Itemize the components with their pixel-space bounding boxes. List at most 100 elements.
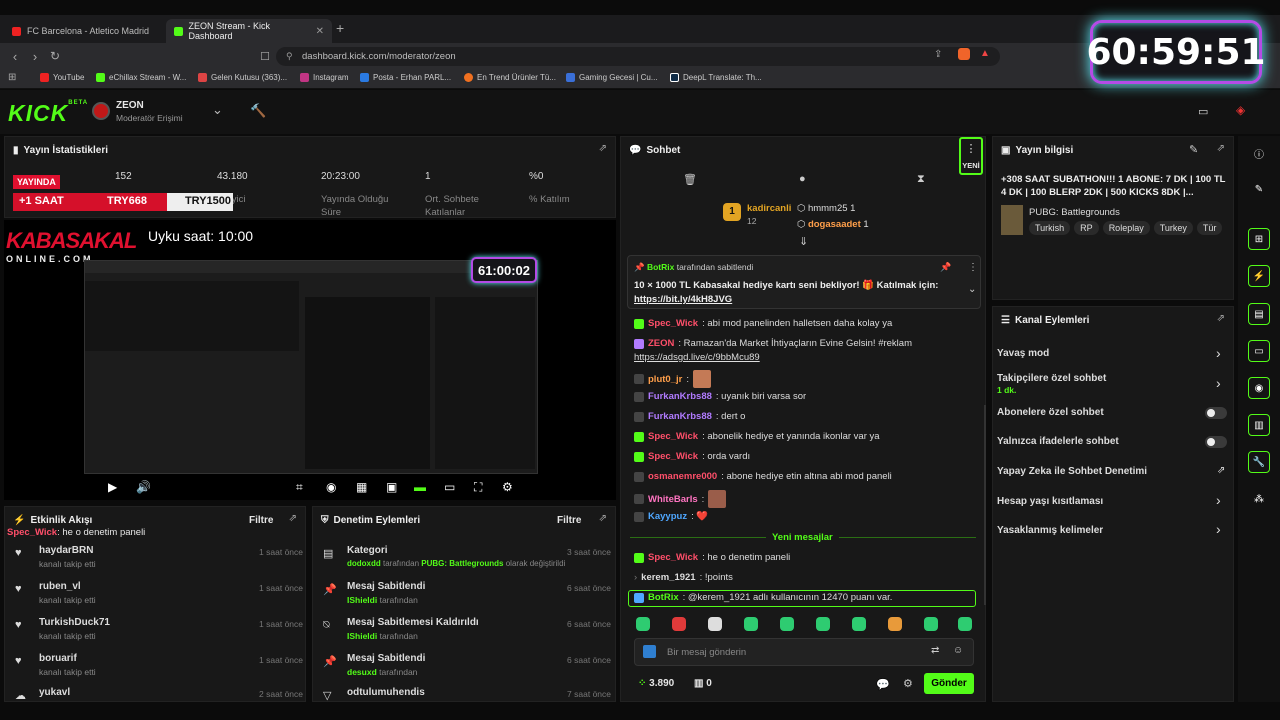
popout-icon[interactable]: ⇗: [1217, 313, 1225, 324]
account-age-label[interactable]: Hesap yaşı kısıtlaması: [997, 496, 1103, 507]
username[interactable]: desuxd: [347, 667, 377, 677]
settings-gear-icon[interactable]: ⚙: [502, 480, 513, 494]
tab-zeon-stream[interactable]: ZEON Stream - Kick Dashboard ✕: [166, 19, 332, 43]
emote-icon[interactable]: [780, 617, 794, 631]
ai-moderation-label[interactable]: Yapay Zeka ile Sohbet Denetimi: [997, 466, 1147, 477]
popout-icon[interactable]: ⇗: [289, 513, 297, 524]
username[interactable]: FurkanKrbs88: [648, 391, 712, 402]
leader-name[interactable]: dogasaadet: [808, 219, 861, 230]
username[interactable]: BotRix: [648, 592, 679, 603]
close-tab-icon[interactable]: ✕: [316, 26, 324, 37]
username[interactable]: IShieldi: [347, 631, 377, 641]
slow-mode-label[interactable]: Yavaş mod: [997, 348, 1049, 359]
settings-gear-icon[interactable]: ⚙: [903, 677, 913, 690]
tag[interactable]: Roleplay: [1102, 221, 1150, 235]
username[interactable]: BotRix: [647, 262, 674, 272]
username[interactable]: boruarif: [39, 653, 77, 664]
username[interactable]: Spec_Wick: [648, 431, 698, 442]
chevron-right-icon[interactable]: ›: [1216, 521, 1221, 537]
document-icon[interactable]: ▤: [1248, 303, 1270, 325]
bookmark-trend[interactable]: En Trend Ürünler Tü...: [464, 73, 556, 82]
brave-shield-icon[interactable]: [958, 48, 970, 60]
bookmark-posta[interactable]: Posta - Erhan PARL...: [360, 73, 451, 82]
notification-icon[interactable]: ◈: [1236, 103, 1245, 117]
clip-icon[interactable]: ◉: [326, 480, 336, 494]
fullscreen-icon[interactable]: ⛶: [474, 480, 482, 495]
chat-icon[interactable]: ●: [799, 173, 806, 185]
bot-icon[interactable]: [643, 645, 656, 658]
tag[interactable]: Turkey: [1153, 221, 1193, 235]
emote-icon[interactable]: [924, 617, 938, 631]
wrench-icon[interactable]: 🔧: [1248, 451, 1270, 473]
message-link[interactable]: https://adsgd.live/c/9bbMcu89: [634, 352, 760, 363]
username[interactable]: Kayypuz: [648, 511, 687, 522]
username[interactable]: Spec_Wick: [648, 318, 698, 329]
new-tab-button[interactable]: +: [336, 20, 344, 36]
filter-button[interactable]: Filtre: [557, 515, 581, 526]
more-icon[interactable]: ⋮: [968, 262, 978, 273]
broadcast-icon[interactable]: ◉: [1248, 377, 1270, 399]
send-button[interactable]: Gönder: [924, 673, 974, 694]
username[interactable]: Spec_Wick: [7, 527, 57, 538]
emote-icon[interactable]: [888, 617, 902, 631]
chevron-down-icon[interactable]: ⌄: [212, 102, 223, 118]
emote-icon[interactable]: [708, 617, 722, 631]
chat-scrollbar[interactable]: [984, 405, 986, 605]
username[interactable]: TurkishDuck71: [39, 617, 110, 628]
username[interactable]: Spec_Wick: [648, 552, 698, 563]
monitor-icon[interactable]: ▭: [1198, 105, 1208, 118]
emote-icon[interactable]: [744, 617, 758, 631]
popout-icon[interactable]: ⇗: [1217, 143, 1225, 154]
kick-logo[interactable]: KICKBETA: [8, 100, 88, 127]
popout-icon[interactable]: ⇗: [599, 513, 607, 524]
chevron-down-icon[interactable]: ⌄: [968, 284, 976, 295]
chat-input[interactable]: Bir mesaj gönderin ⇄ ☺: [634, 638, 974, 666]
chevron-right-icon[interactable]: ›: [1216, 492, 1221, 508]
url-field[interactable]: ⚲ dashboard.kick.com/moderator/zeon: [276, 47, 1000, 66]
chat-menu-button[interactable]: ⋮ YENİ: [959, 137, 983, 175]
back-icon[interactable]: ‹: [4, 49, 26, 64]
points-display[interactable]: ⁘ 3.890: [638, 678, 674, 689]
site-info-icon[interactable]: ⚲: [286, 51, 293, 62]
bookmark-gmail[interactable]: Gelen Kutusu (363)...: [198, 73, 287, 82]
username[interactable]: dodoxdd: [347, 559, 381, 568]
unpin-icon[interactable]: 📌: [940, 262, 951, 273]
bookmark-gaming[interactable]: Gaming Gecesi | Cu...: [566, 73, 658, 82]
video-player[interactable]: KABASAKAL ONLINE.COM Uyku saat: 10:00 61…: [4, 220, 616, 500]
tag[interactable]: Tür: [1196, 221, 1223, 235]
chat-bubble-icon[interactable]: ▭: [1248, 340, 1270, 362]
emote-icon[interactable]: [636, 617, 650, 631]
apps-grid-icon[interactable]: ⊞: [8, 72, 16, 83]
share-nodes-icon[interactable]: ⁂: [1248, 488, 1270, 510]
popout-icon[interactable]: ⇗: [599, 143, 607, 154]
share-icon[interactable]: ⇪: [934, 49, 942, 60]
edit-pencil-icon[interactable]: ✎: [1248, 178, 1270, 200]
category-name[interactable]: PUBG: Battlegrounds: [1029, 207, 1120, 218]
emote-icon[interactable]: [852, 617, 866, 631]
theater-icon[interactable]: ▭: [444, 480, 455, 494]
stats-icon[interactable]: ▦: [356, 480, 367, 494]
bookmark-youtube[interactable]: YouTube: [40, 73, 84, 82]
emote-icon[interactable]: [958, 617, 972, 631]
followers-only-label[interactable]: Takipçilere özel sohbet: [997, 373, 1106, 384]
macro-icon[interactable]: ⇄: [931, 645, 939, 656]
emote-icon[interactable]: [816, 617, 830, 631]
category-thumbnail[interactable]: [1001, 205, 1023, 235]
category-name[interactable]: PUBG: Battlegrounds: [421, 559, 503, 568]
volume-icon[interactable]: 🔊: [136, 480, 151, 494]
chat-bubble-icon[interactable]: 💬: [876, 678, 890, 691]
expand-down-icon[interactable]: ⇓: [799, 235, 808, 248]
reload-icon[interactable]: ↻: [44, 49, 66, 63]
bookmark-deepl[interactable]: DeepL Translate: Th...: [670, 73, 762, 82]
grid-icon[interactable]: ⊞: [1248, 228, 1270, 250]
chevron-right-icon[interactable]: ›: [1216, 345, 1221, 361]
username[interactable]: plut0_jr: [648, 374, 682, 385]
store-display[interactable]: ▥ 0: [694, 678, 712, 689]
rewards-icon[interactable]: ▲: [980, 48, 990, 59]
chevron-right-icon[interactable]: ›: [1216, 375, 1221, 391]
hourglass-icon[interactable]: ⧗: [917, 173, 925, 186]
username[interactable]: WhiteBarIs: [648, 494, 698, 505]
bookmark-echillax[interactable]: eChillax Stream - W...: [96, 73, 186, 82]
emote-only-toggle[interactable]: [1205, 436, 1227, 448]
kick-tv-icon[interactable]: ▬: [414, 480, 426, 494]
